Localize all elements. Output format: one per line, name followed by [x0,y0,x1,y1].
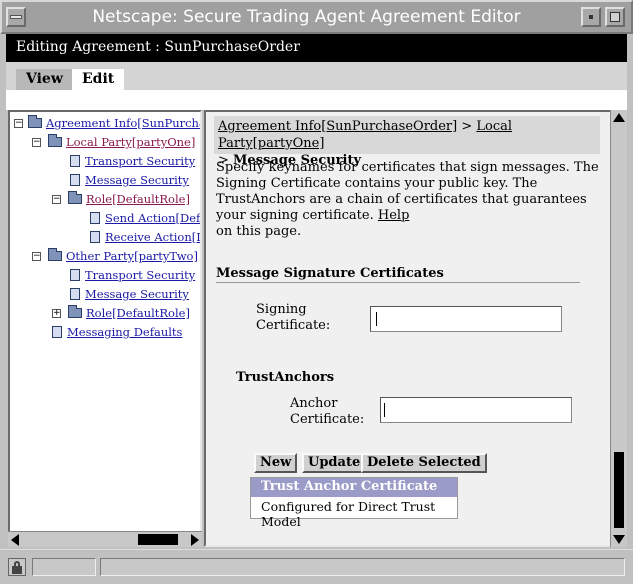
scrollbar-thumb[interactable] [614,452,624,528]
tree-item-local-message-security[interactable]: Message Security [70,173,189,189]
security-lock-icon[interactable] [8,558,26,576]
folder-icon [28,115,42,128]
tab-view[interactable]: View [16,69,73,90]
tab-edit[interactable]: Edit [72,69,125,90]
maximize-button[interactable] [605,7,625,27]
content-vertical-scrollbar[interactable] [610,110,627,547]
document-icon [70,174,80,186]
delete-selected-button[interactable]: Delete Selected [361,453,487,473]
tree-item-other-transport-security[interactable]: Transport Security [70,268,195,284]
status-bar [0,549,633,584]
new-button[interactable]: New [254,453,298,473]
agreement-tree-panel: − Agreement Info[SunPurchaseOr − Local P… [8,110,202,547]
breadcrumb-separator: > [461,119,473,134]
document-icon [52,326,62,338]
tree-item-label[interactable]: Messaging Defaults [67,325,182,339]
window-title: Netscape: Secure Trading Agent Agreement… [92,7,521,27]
update-button[interactable]: Update [302,453,367,473]
tree-item-label[interactable]: Transport Security [85,268,195,282]
tree-item-other-role[interactable]: Role[DefaultRole] [68,305,190,322]
expand-icon[interactable]: + [52,309,61,318]
tree-item-local-role[interactable]: Role[DefaultRole] [68,191,190,208]
signing-certificate-input[interactable] [370,306,562,332]
tree-item-messaging-defaults[interactable]: Messaging Defaults [52,325,182,341]
tree-item-other-party[interactable]: Other Party[partyTwo] [48,248,198,265]
editing-agreement-label: Editing Agreement : SunPurchaseOrder [16,39,300,55]
tree-item-local-transport-security[interactable]: Transport Security [70,154,195,170]
document-icon [70,269,80,281]
anchor-certificate-input[interactable] [380,397,572,423]
tree-item-label[interactable]: Other Party[partyTwo] [66,249,198,263]
minimize-button[interactable] [581,7,601,27]
description-suffix: on this page. [216,224,302,239]
text-cursor-icon [384,403,385,417]
tree-item-label[interactable]: Send Action[Defau [105,211,200,225]
document-icon [70,155,80,167]
scroll-left-arrow-icon[interactable] [11,534,19,546]
tree-item-label[interactable]: Receive Action[De [105,230,200,244]
tree-item-receive-action[interactable]: Receive Action[De [90,230,200,246]
tree-item-label[interactable]: Message Security [85,287,189,301]
scrollbar-thumb[interactable] [138,534,178,545]
tab-bar: View Edit [6,62,627,90]
list-item[interactable]: Configured for Direct Trust Model [251,497,457,529]
collapse-icon[interactable]: − [32,138,41,147]
tree-item-label[interactable]: Local Party[partyOne] [66,135,195,149]
breadcrumb-agreement-info-link[interactable]: Agreement Info[SunPurchaseOrder] [218,119,457,134]
tree-item-send-action[interactable]: Send Action[Defau [90,211,200,227]
editor-content-panel: Agreement Info[SunPurchaseOrder] > Local… [204,110,610,547]
tree-item-label[interactable]: Role[DefaultRole] [86,306,190,320]
folder-icon [48,248,62,261]
tree-item-label[interactable]: Transport Security [85,154,195,168]
section-divider [216,282,580,283]
tree-horizontal-scrollbar[interactable] [8,531,202,547]
scroll-down-arrow-icon[interactable] [613,535,625,544]
minimize-icon [589,15,593,19]
document-icon [70,288,80,300]
page-description: Specify keynames for certificates that s… [216,160,600,240]
document-icon [90,231,100,243]
folder-icon [48,134,62,147]
tree-item-other-message-security[interactable]: Message Security [70,287,189,303]
document-icon [90,212,100,224]
tree-item-agreement-info[interactable]: Agreement Info[SunPurchaseOr [28,115,200,132]
trust-anchor-list[interactable]: Trust Anchor Certificate Configured for … [250,477,458,529]
tree-item-label[interactable]: Message Security [85,173,189,187]
window-menu-button[interactable] [6,7,26,27]
signing-certificate-label: Signing Certificate: [256,302,331,333]
collapse-icon[interactable]: − [14,119,23,128]
folder-icon [68,305,82,318]
collapse-icon[interactable]: − [52,195,61,204]
anchor-certificate-label: Anchor Certificate: [290,396,365,427]
section-title: Message Signature Certificates [216,266,444,281]
trust-anchors-title: TrustAnchors [236,370,335,385]
collapse-icon[interactable]: − [32,252,41,261]
folder-icon [68,191,82,204]
help-link[interactable]: Help [378,208,410,223]
status-progress-field [32,558,96,576]
tree-item-local-party[interactable]: Local Party[partyOne] [48,134,195,151]
text-cursor-icon [376,312,377,326]
window-menu-icon [10,15,22,19]
tree-item-label[interactable]: Role[DefaultRole] [86,192,190,206]
tree-item-label[interactable]: Agreement Info[SunPurchaseOr [46,116,200,130]
breadcrumb: Agreement Info[SunPurchaseOrder] > Local… [214,116,600,168]
window-title-bar[interactable]: Netscape: Secure Trading Agent Agreement… [0,0,633,34]
tab-content-strip [6,90,627,110]
scroll-up-arrow-icon[interactable] [613,113,625,122]
editing-header: Editing Agreement : SunPurchaseOrder [6,34,627,62]
status-message-field [100,558,625,576]
scroll-right-arrow-icon[interactable] [191,534,199,546]
list-header: Trust Anchor Certificate [251,478,457,497]
maximize-icon [610,12,620,22]
